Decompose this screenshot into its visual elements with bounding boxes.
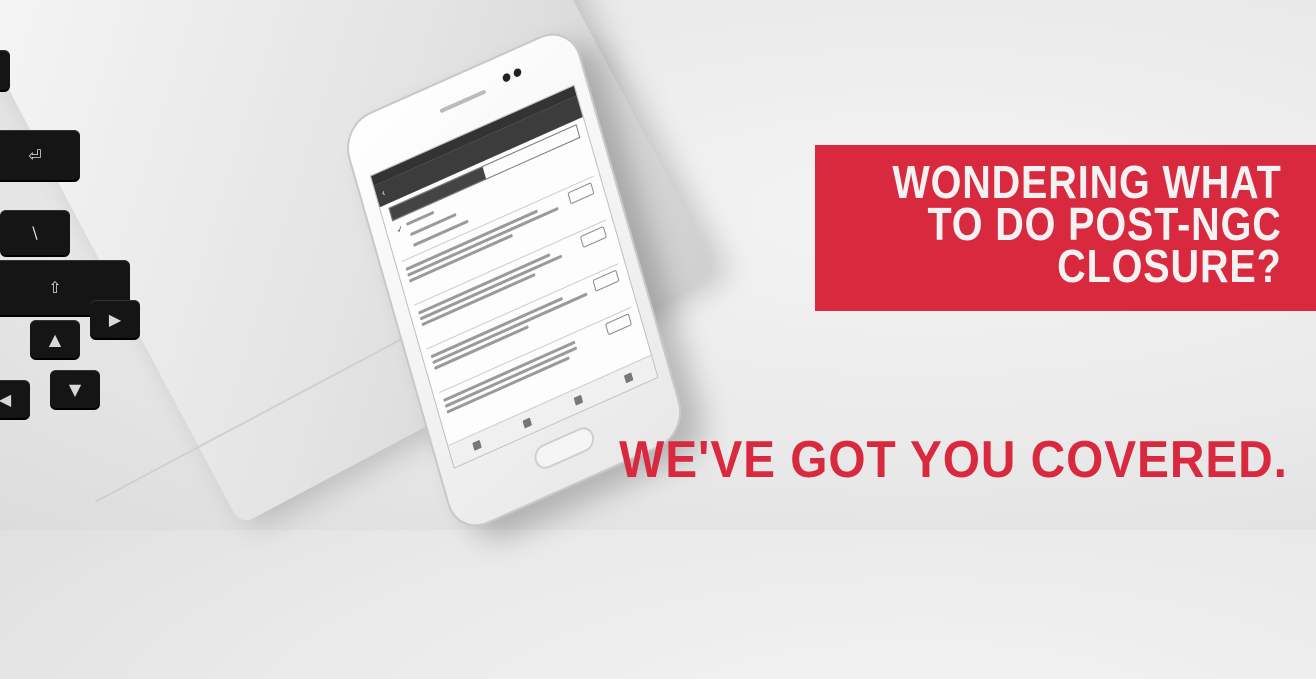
add-button bbox=[579, 225, 607, 249]
more-icon bbox=[624, 372, 634, 384]
camera-icon bbox=[501, 72, 512, 84]
keyboard: ← ⏎ \ ⇧ ▲ ▶ ▼ ◀ bbox=[0, 10, 230, 430]
headline-box: WONDERING WHAT TO DO POST-NGC CLOSURE? bbox=[815, 145, 1316, 311]
home-icon bbox=[472, 439, 482, 451]
add-button bbox=[604, 313, 633, 336]
phone-speaker bbox=[439, 89, 487, 114]
add-button bbox=[592, 269, 620, 292]
key: ⏎ bbox=[0, 130, 80, 180]
person-icon bbox=[522, 417, 533, 429]
key: ▲ bbox=[30, 320, 80, 358]
phone-home-button bbox=[531, 423, 597, 473]
back-arrow-icon: ‹ bbox=[380, 187, 387, 199]
add-button bbox=[567, 182, 595, 205]
book-icon bbox=[573, 394, 583, 406]
sensor-icon bbox=[512, 67, 523, 79]
key: \ bbox=[0, 210, 70, 255]
tagline: WE'VE GOT YOU COVERED. bbox=[619, 431, 1288, 489]
key: ▶ bbox=[90, 300, 140, 338]
promo-banner: ← ⏎ \ ⇧ ▲ ▶ ▼ ◀ ‹ bbox=[0, 0, 1316, 679]
key: ◀ bbox=[0, 380, 30, 418]
key: ▼ bbox=[50, 370, 100, 408]
headline: WONDERING WHAT TO DO POST-NGC CLOSURE? bbox=[892, 156, 1282, 292]
key: ← bbox=[0, 50, 10, 90]
